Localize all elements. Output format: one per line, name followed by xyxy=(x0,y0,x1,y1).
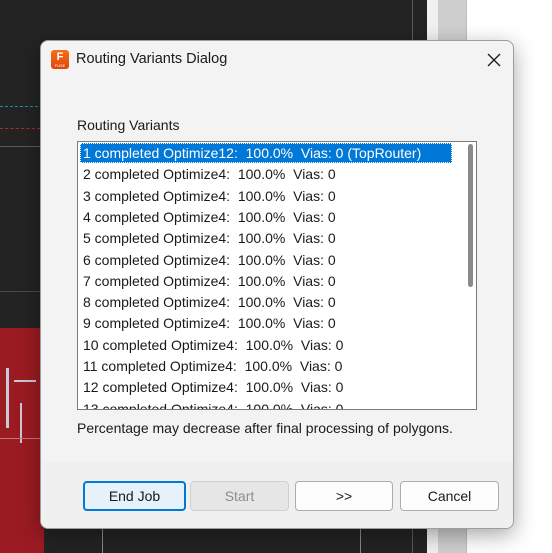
cancel-button[interactable]: Cancel xyxy=(400,481,499,511)
variant-list-item[interactable]: 2 completed Optimize4: 100.0% Vias: 0 xyxy=(80,164,336,184)
scrollbar-thumb[interactable] xyxy=(468,144,473,287)
next-button[interactable]: >> xyxy=(295,481,393,511)
end-job-button[interactable]: End Job xyxy=(83,481,186,511)
variant-list-item[interactable]: 1 completed Optimize12: 100.0% Vias: 0 (… xyxy=(80,143,452,163)
grid-line xyxy=(102,527,103,553)
fusion-app-icon: F FUSE xyxy=(51,50,69,69)
board-outline-line xyxy=(0,128,40,129)
start-button: Start xyxy=(190,481,289,511)
polygon-note: Percentage may decrease after final proc… xyxy=(77,420,453,436)
dialog-title: Routing Variants Dialog xyxy=(76,51,228,67)
variant-list-item[interactable]: 3 completed Optimize4: 100.0% Vias: 0 xyxy=(80,186,336,206)
variant-list-item[interactable]: 7 completed Optimize4: 100.0% Vias: 0 xyxy=(80,271,336,291)
variant-list-item[interactable]: 13 completed Optimize4: 100.0% Vias: 0 xyxy=(80,399,343,409)
app-icon-letter: F xyxy=(56,51,64,63)
routing-variants-label: Routing Variants xyxy=(77,117,180,133)
routing-variants-dialog: F FUSE Routing Variants Dialog Routing V… xyxy=(40,40,514,529)
variant-list-item[interactable]: 12 completed Optimize4: 100.0% Vias: 0 xyxy=(80,377,343,397)
variant-list-item[interactable]: 9 completed Optimize4: 100.0% Vias: 0 xyxy=(80,313,336,333)
variant-list-item[interactable]: 10 completed Optimize4: 100.0% Vias: 0 xyxy=(80,335,343,355)
routing-variants-list[interactable]: 1 completed Optimize12: 100.0% Vias: 0 (… xyxy=(77,141,477,410)
list-scrollbar[interactable] xyxy=(465,142,476,409)
variant-list-item[interactable]: 5 completed Optimize4: 100.0% Vias: 0 xyxy=(80,228,336,248)
close-icon xyxy=(487,53,501,67)
variant-list-item[interactable]: 4 completed Optimize4: 100.0% Vias: 0 xyxy=(80,207,336,227)
dialog-titlebar[interactable]: F FUSE Routing Variants Dialog xyxy=(41,41,513,79)
variant-list-item[interactable]: 6 completed Optimize4: 100.0% Vias: 0 xyxy=(80,250,336,270)
pcb-copper-area xyxy=(0,328,44,553)
grid-line xyxy=(360,527,361,553)
dialog-button-row: End Job Start >> Cancel xyxy=(41,462,513,528)
variant-list-item[interactable]: 11 completed Optimize4: 100.0% Vias: 0 xyxy=(80,356,342,376)
app-icon-caption: FUSE xyxy=(54,63,66,68)
variant-list-item[interactable]: 8 completed Optimize4: 100.0% Vias: 0 xyxy=(80,292,336,312)
close-button[interactable] xyxy=(473,41,513,79)
